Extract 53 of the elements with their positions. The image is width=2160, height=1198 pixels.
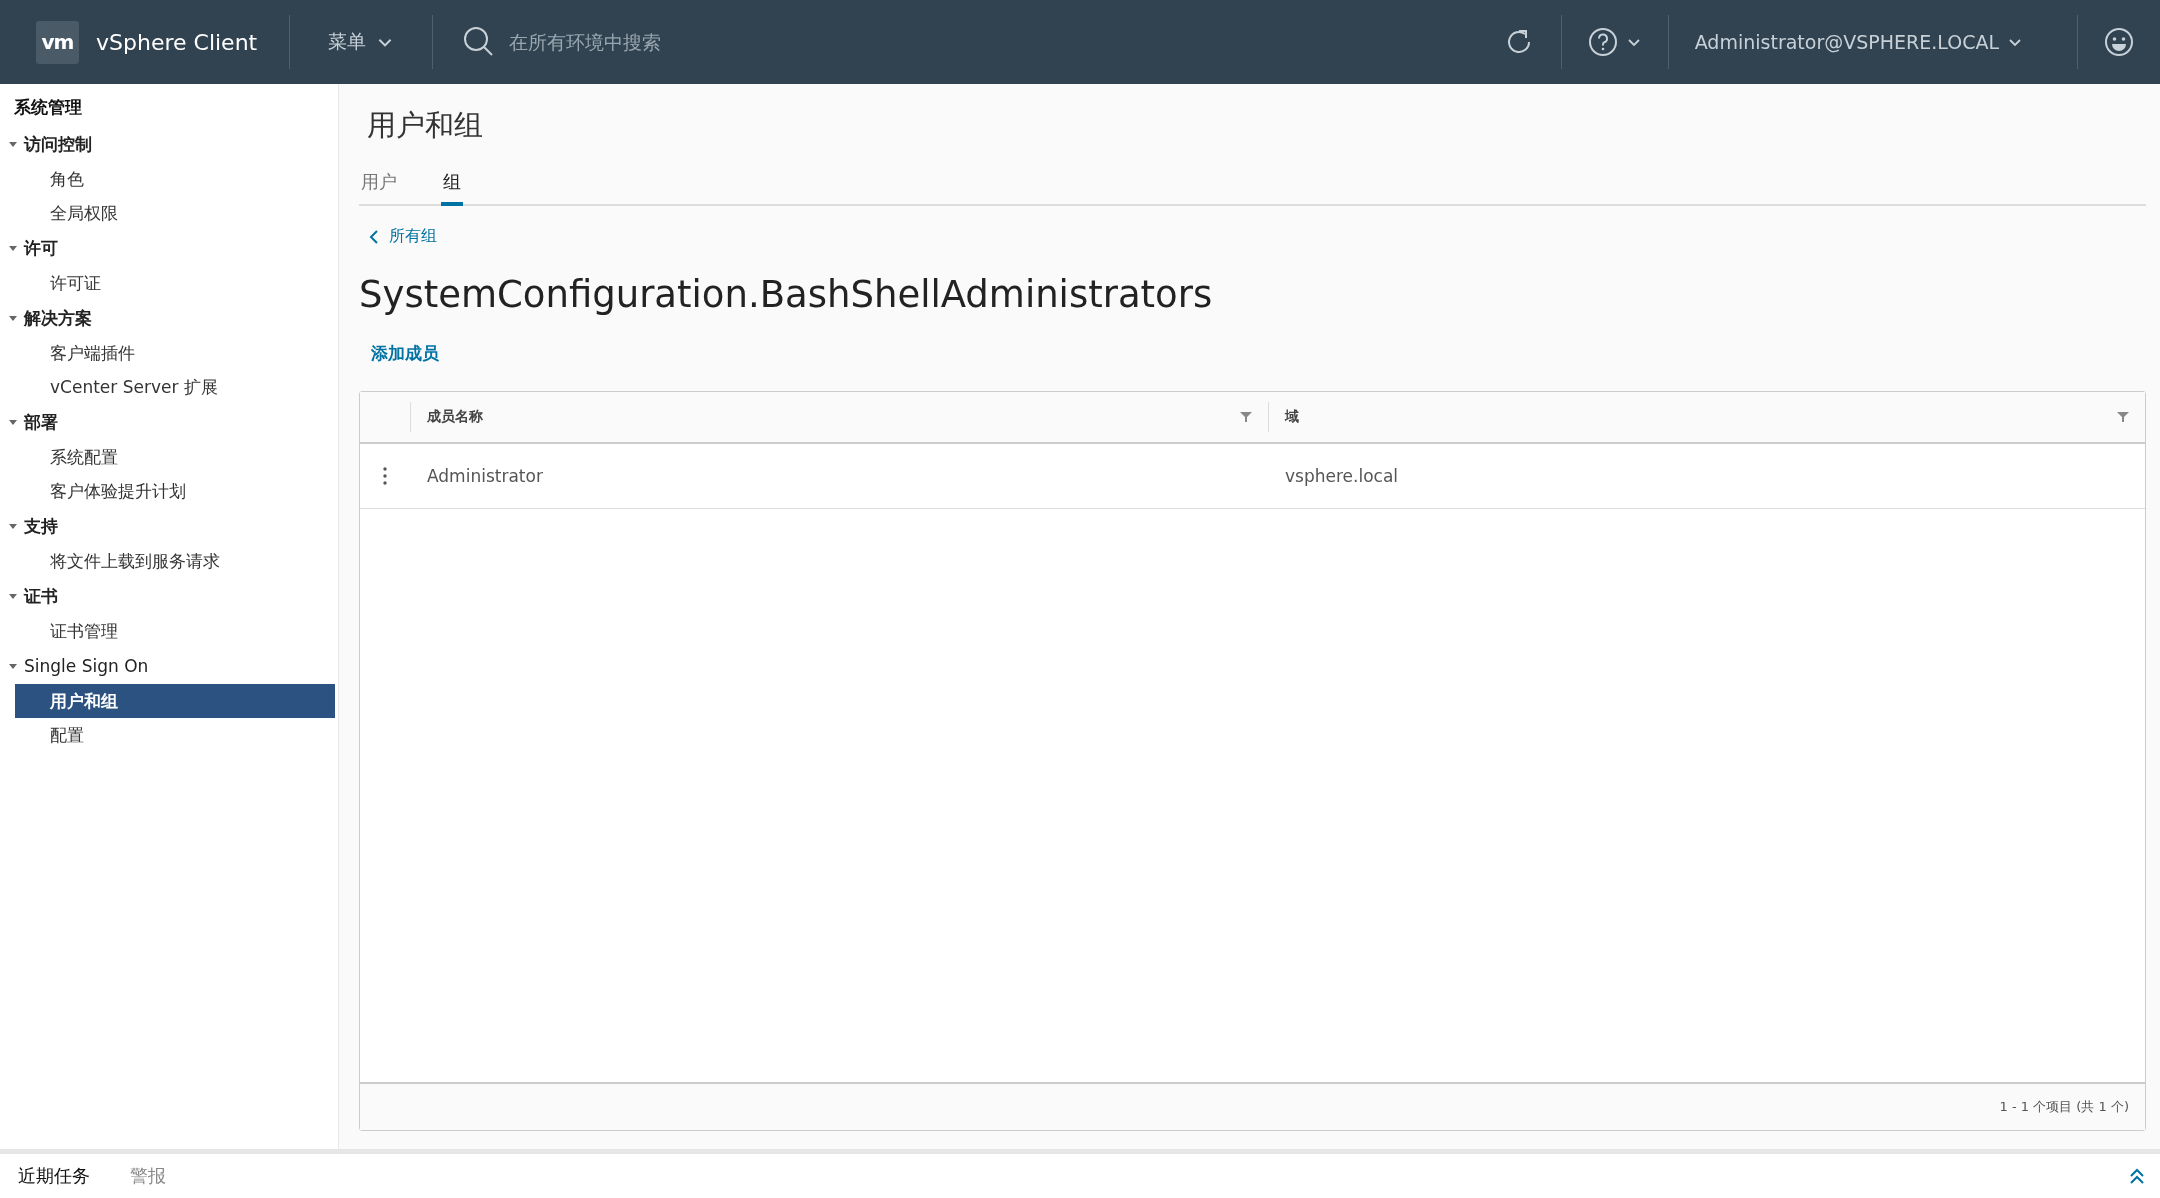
tab[interactable]: 组	[441, 164, 463, 206]
group-name: SystemConfiguration.BashShellAdministrators	[359, 273, 1214, 316]
search-field[interactable]: 在所有环境中搜索	[507, 30, 912, 54]
table-cell-text: Administrator	[426, 466, 544, 486]
menu-button[interactable]: 菜单	[290, 0, 433, 84]
user-menu-button[interactable]: Administrator@VSPHERE.LOCAL	[1668, 0, 2077, 84]
item-count: 1 - 1 个项目 (共 1 个)	[1999, 1098, 2129, 1116]
sidebar-group[interactable]: 许可	[24, 236, 58, 260]
sidebar-item[interactable]: 配置	[15, 718, 335, 752]
logo: vm	[36, 20, 79, 64]
app-name: vSphere Client	[96, 29, 258, 55]
caret-icon[interactable]	[8, 661, 18, 671]
caret-icon[interactable]	[8, 521, 18, 531]
sidebar-group[interactable]: 访问控制	[24, 132, 92, 156]
column-title: 成员名称	[427, 408, 483, 426]
back-link[interactable]: 所有组	[369, 226, 437, 247]
sidebar-item[interactable]: 角色	[15, 162, 335, 196]
bottom-tab[interactable]: 警报	[130, 1164, 166, 1188]
sidebar-item[interactable]: 将文件上载到服务请求	[15, 544, 335, 578]
more-icon	[383, 467, 387, 485]
caret-icon[interactable]	[8, 591, 18, 601]
sidebar-item[interactable]: vCenter Server 扩展	[15, 370, 335, 404]
sidebar-group[interactable]: Single Sign On	[24, 656, 149, 676]
caret-icon[interactable]	[8, 139, 18, 149]
expand-icon[interactable]	[2128, 1167, 2146, 1185]
filter-icon[interactable]	[1240, 411, 1252, 423]
table-cell-text: vsphere.local	[1284, 466, 1400, 486]
sidebar-group[interactable]: 解决方案	[24, 306, 92, 330]
caret-icon[interactable]	[8, 243, 18, 253]
chevron-left-icon	[369, 229, 379, 244]
caret-icon[interactable]	[8, 417, 18, 427]
help-icon	[1587, 27, 1618, 57]
smiley-icon	[2104, 27, 2134, 57]
sidebar-item[interactable]: 全局权限	[15, 196, 335, 230]
sidebar-item[interactable]: 证书管理	[15, 614, 335, 648]
sidebar-item[interactable]: 许可证	[15, 266, 335, 300]
sidebar-item[interactable]: 系统配置	[15, 440, 335, 474]
sidebar-item[interactable]: 客户体验提升计划	[15, 474, 335, 508]
sidebar-item[interactable]: 用户和组	[15, 684, 335, 718]
column-header[interactable]: 成员名称	[410, 402, 1268, 432]
bottom-tab[interactable]: 近期任务	[18, 1164, 90, 1188]
filter-icon[interactable]	[2117, 411, 2129, 423]
add-member-button[interactable]: 添加成员	[367, 338, 443, 369]
sidebar-group[interactable]: 部署	[24, 410, 58, 434]
page-title: 用户和组	[367, 107, 484, 144]
column-title: 域	[1285, 408, 1299, 426]
caret-icon[interactable]	[8, 313, 18, 323]
sidebar-group[interactable]: 支持	[24, 514, 58, 538]
sidebar-group[interactable]: 证书	[24, 584, 58, 608]
sidebar-title: 系统管理	[13, 96, 83, 119]
column-header[interactable]: 域	[1268, 402, 2145, 432]
sidebar-item[interactable]: 客户端插件	[15, 336, 335, 370]
tab[interactable]: 用户	[359, 164, 399, 206]
